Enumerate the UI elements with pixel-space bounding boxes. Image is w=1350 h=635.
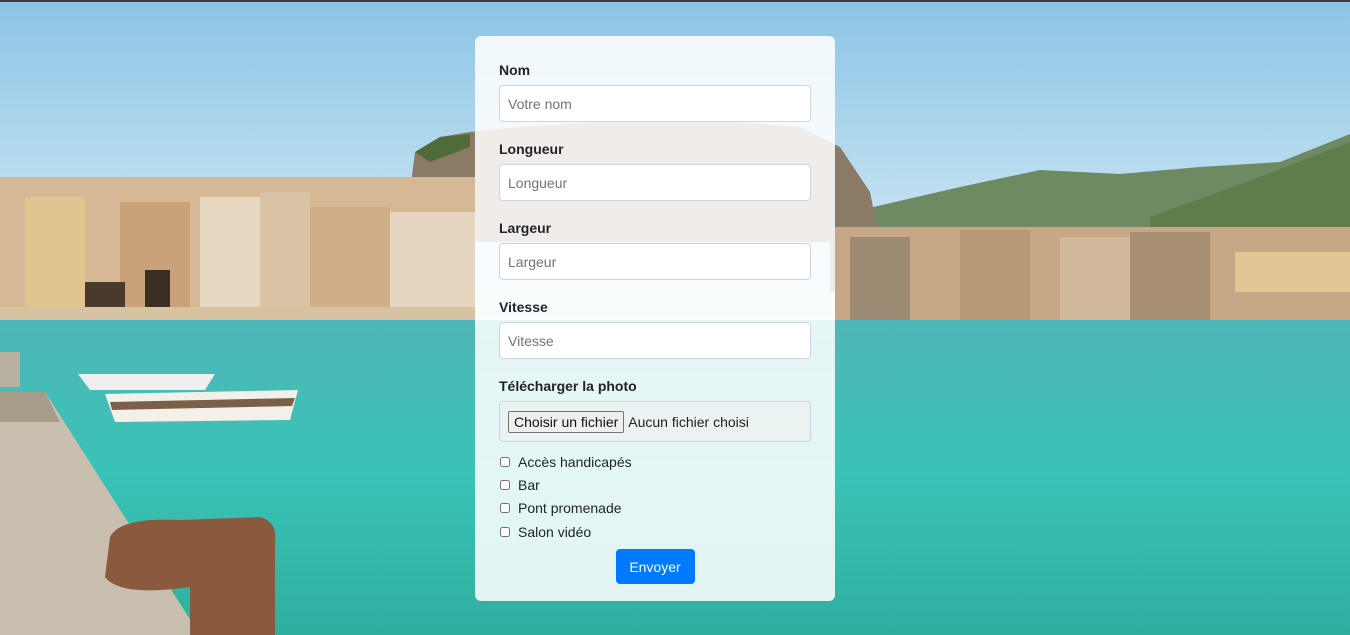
option-pont-promenade: Pont promenade xyxy=(499,497,811,520)
photo-upload-label: Télécharger la photo xyxy=(499,378,637,394)
salon-video-label: Salon vidéo xyxy=(518,523,592,540)
pont-promenade-label: Pont promenade xyxy=(518,500,622,517)
largeur-label: Largeur xyxy=(499,220,552,236)
choose-file-button[interactable]: Choisir un fichier xyxy=(508,410,625,433)
option-bar: Bar xyxy=(499,473,811,496)
options-checkbox-group: Accès handicapés Bar Pont promenade Salo… xyxy=(499,450,811,543)
bar-label: Bar xyxy=(518,476,540,493)
field-nom: Nom xyxy=(499,60,811,122)
vitesse-label: Vitesse xyxy=(499,299,548,315)
option-salon-video: Salon vidéo xyxy=(499,520,811,543)
longueur-label: Longueur xyxy=(499,141,564,157)
pont-promenade-checkbox[interactable] xyxy=(500,503,510,514)
acces-handicapes-checkbox[interactable] xyxy=(500,456,510,467)
file-status-text: Aucun fichier choisi xyxy=(628,413,749,430)
file-input[interactable]: Choisir un fichier Aucun fichier choisi xyxy=(499,401,811,442)
field-vitesse: Vitesse xyxy=(499,297,811,359)
acces-handicapes-label: Accès handicapés xyxy=(518,453,632,470)
field-largeur: Largeur xyxy=(499,218,811,280)
field-photo-upload: Télécharger la photo Choisir un fichier … xyxy=(499,376,811,442)
submit-row: Envoyer xyxy=(499,549,811,585)
nom-input[interactable] xyxy=(499,85,811,122)
largeur-input[interactable] xyxy=(499,243,811,280)
bar-checkbox[interactable] xyxy=(500,479,510,490)
vitesse-input[interactable] xyxy=(499,322,811,359)
nom-label: Nom xyxy=(499,62,531,78)
option-acces-handicapes: Accès handicapés xyxy=(499,450,811,473)
envoyer-button[interactable]: Envoyer xyxy=(615,549,695,585)
field-longueur: Longueur xyxy=(499,139,811,201)
longueur-input[interactable] xyxy=(499,164,811,201)
registration-form: Nom Longueur Largeur Vitesse Télécharger… xyxy=(475,36,835,601)
salon-video-checkbox[interactable] xyxy=(500,526,510,537)
